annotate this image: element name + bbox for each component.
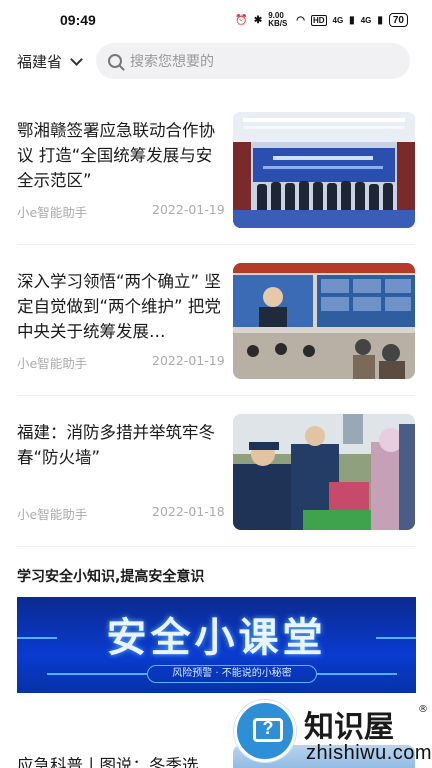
- article-date: 2022-01-19: [152, 353, 225, 368]
- banner-subtitle: 风险预警 · 不能说的小秘密: [147, 665, 317, 683]
- signal-bars-icon: ▮: [349, 14, 355, 26]
- divider: [17, 546, 415, 547]
- article-item[interactable]: 深入学习领悟“两个确立” 坚定自觉做到“两个维护” 把党中央关于统筹发展… 小e…: [17, 263, 415, 381]
- chevron-down-icon: [70, 52, 83, 66]
- search-input[interactable]: 搜索您想要的: [96, 43, 410, 79]
- article-source: 小e智能助手: [17, 507, 88, 522]
- signal-4g-icon-2: 4G: [360, 15, 372, 25]
- battery-icon: 70: [388, 13, 408, 27]
- alarm-icon: ⏰: [235, 14, 248, 26]
- article-item[interactable]: 鄂湘赣签署应急联动合作协议 打造“全国统筹发展与安全示范区” 小e智能助手 20…: [17, 112, 415, 230]
- decor-line: [317, 673, 397, 675]
- article-title: 福建：消防多措并举筑牢冬春“防火墙”: [17, 423, 215, 467]
- article-source: 小e智能助手: [17, 356, 88, 371]
- search-placeholder: 搜索您想要的: [130, 54, 214, 70]
- region-label: 福建省: [17, 53, 63, 71]
- watermark-brand: 知识屋: [304, 710, 394, 745]
- network-speed: 9.00 KB/S: [268, 11, 288, 28]
- signal-bars-icon-2: ▮: [377, 14, 383, 26]
- status-icons: ⏰ ✱ 9.00 KB/S ◠ HD 4G ▮ 4G ▮ 70: [235, 12, 408, 28]
- signal-4g-icon: 4G: [332, 15, 344, 25]
- article-date: 2022-01-18: [152, 504, 225, 519]
- banner-title: 安全小课堂: [106, 615, 327, 661]
- divider: [17, 244, 415, 245]
- decor-line: [47, 673, 147, 675]
- article-thumbnail: [233, 112, 415, 228]
- article-item[interactable]: 福建：消防多措并举筑牢冬春“防火墙” 小e智能助手 2022-01-18: [17, 414, 415, 532]
- article-title: 深入学习领悟“两个确立” 坚定自觉做到“两个维护” 把党中央关于统筹发展…: [17, 272, 221, 341]
- fire-safety-image: [233, 414, 415, 530]
- monitor-icon: ?: [253, 718, 283, 742]
- article-thumbnail: [233, 263, 415, 379]
- search-icon: [108, 54, 122, 68]
- status-time: 09:49: [60, 12, 96, 28]
- watermark-logo-icon: ?: [234, 700, 296, 762]
- region-selector[interactable]: 福建省: [17, 51, 83, 72]
- video-conference-image: [233, 263, 415, 379]
- hd-badge: HD: [310, 14, 327, 26]
- article-title: 鄂湘赣签署应急联动合作协议 打造“全国统筹发展与安全示范区”: [17, 121, 215, 190]
- signing-ceremony-image: [233, 112, 415, 228]
- wifi-icon: ◠: [296, 14, 305, 26]
- article-source: 小e智能助手: [17, 205, 88, 220]
- article-title[interactable]: 应急科普丨图说：冬季选: [17, 752, 199, 768]
- section-title: 学习安全小知识,提高安全意识: [17, 569, 205, 585]
- watermark-domain: zhishiwu.com: [306, 742, 432, 764]
- bluetooth-icon: ✱: [253, 14, 263, 26]
- top-bar: 福建省 搜索您想要的: [0, 42, 432, 80]
- watermark: ? 知识屋 ® zhishiwu.com: [232, 700, 432, 768]
- divider: [17, 395, 415, 396]
- article-date: 2022-01-19: [152, 202, 225, 217]
- safety-class-banner[interactable]: 安全小课堂 风险预警 · 不能说的小秘密: [17, 597, 416, 693]
- article-thumbnail: [233, 414, 415, 530]
- status-bar: 09:49 ⏰ ✱ 9.00 KB/S ◠ HD 4G ▮ 4G ▮ 70: [0, 0, 432, 40]
- watermark-registered: ®: [418, 704, 428, 715]
